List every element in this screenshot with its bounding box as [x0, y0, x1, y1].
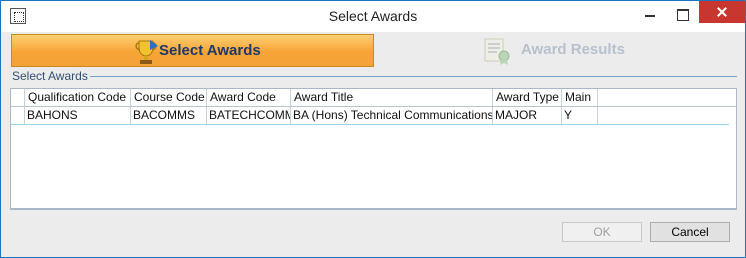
cell-course-code[interactable]: BACOMMS	[131, 107, 207, 124]
award-results-icon	[484, 38, 510, 65]
column-header-award-code[interactable]: Award Code	[207, 89, 291, 106]
group-label: Select Awards	[12, 69, 88, 83]
row-selector-header	[11, 89, 25, 106]
trophy-icon	[135, 40, 158, 64]
cell-qualification-code[interactable]: BAHONS	[25, 107, 131, 124]
cell-main[interactable]: Y	[562, 107, 598, 124]
cell-award-code[interactable]: BATECHCOMM	[207, 107, 291, 124]
awards-grid[interactable]: Qualification Code Course Code Award Cod…	[10, 88, 737, 209]
title-bar[interactable]: Select Awards	[1, 1, 745, 32]
close-button[interactable]	[699, 1, 745, 23]
minimize-button[interactable]	[633, 1, 667, 27]
app-icon[interactable]	[10, 8, 26, 24]
maximize-button[interactable]	[666, 1, 700, 27]
step-award-results[interactable]: Award Results	[374, 34, 737, 67]
cancel-button[interactable]: Cancel	[650, 222, 730, 242]
step-select-awards[interactable]: Select Awards	[11, 34, 374, 67]
column-header-award-title[interactable]: Award Title	[291, 89, 493, 106]
footer-divider	[10, 209, 737, 210]
column-header-course-code[interactable]: Course Code	[131, 89, 207, 106]
column-header-award-type[interactable]: Award Type	[493, 89, 562, 106]
grid-header: Qualification Code Course Code Award Cod…	[11, 89, 736, 107]
step-label: Select Awards	[159, 42, 261, 59]
table-row[interactable]: BAHONS BACOMMS BATECHCOMM BA (Hons) Tech…	[11, 107, 729, 125]
column-header-qualification-code[interactable]: Qualification Code	[25, 89, 131, 106]
column-header-main[interactable]: Main	[562, 89, 598, 106]
dialog-window: Select Awards Select Awards Award Result…	[0, 0, 746, 258]
ok-button[interactable]: OK	[562, 222, 642, 242]
row-selector[interactable]	[11, 107, 25, 124]
cell-award-title[interactable]: BA (Hons) Technical Communications	[291, 107, 493, 124]
step-label: Award Results	[521, 41, 625, 58]
group-divider	[90, 76, 737, 77]
cell-award-type[interactable]: MAJOR	[493, 107, 562, 124]
